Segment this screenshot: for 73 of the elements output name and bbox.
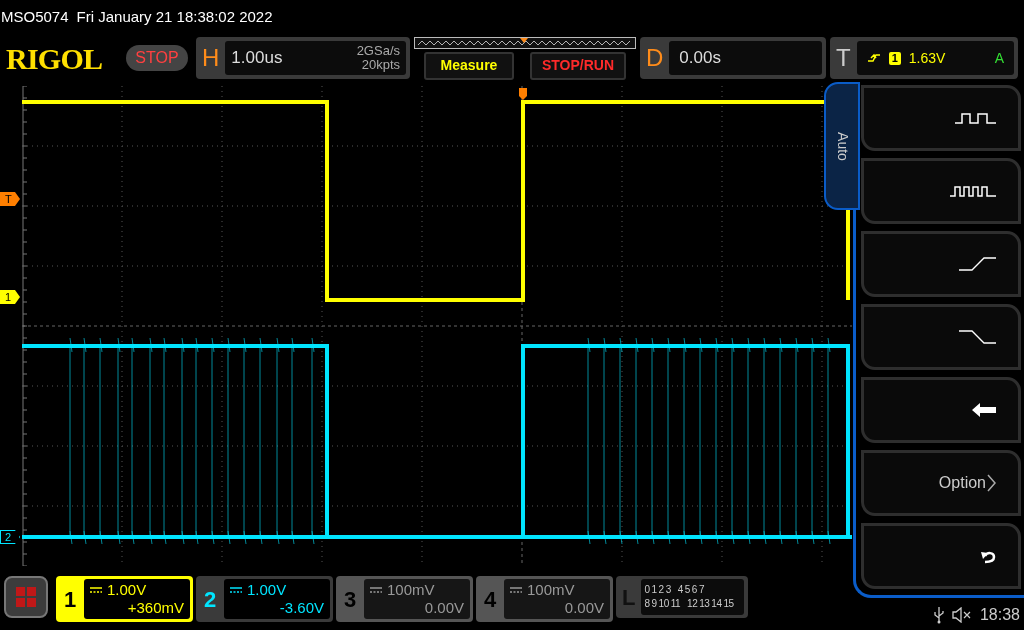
horizontal-label: H [202,43,220,73]
logic-channel-number: 8 [644,597,650,611]
logic-channel-number: 10 [658,597,669,611]
dc-coupling-icon [230,587,242,593]
back-arrow-icon [971,402,996,418]
trigger-level: 1.63V [908,48,946,68]
logic-channel-number: 5 [684,583,690,597]
logic-channel-number: 1 [651,583,657,597]
logic-channel-number: 13 [699,597,710,611]
dc-coupling-icon [370,587,382,593]
logic-channel-number: 15 [723,597,734,611]
channel-panel[interactable]: 2 1.00V -3.60V [196,576,333,622]
channel-number: 3 [342,585,358,614]
channel-scale: 100mV [387,581,435,599]
channel-offset: +360mV [127,599,184,617]
timebase-value: 1.00us [231,47,283,70]
channel-scale: 1.00V [107,581,147,599]
channel-scale: 1.00V [247,581,287,599]
trigger-label: T [836,43,851,73]
usb-icon [933,606,944,624]
logic-channel-number: 6 [691,583,697,597]
square-wave-icon [954,111,996,125]
logo: RIGOL [6,40,104,77]
channel-offset: -3.60V [279,599,324,617]
channel-offset: 0.00V [424,599,464,617]
memory-depth: 20kpts [361,58,400,72]
channel-scale: 100mV [527,581,575,599]
logic-channel-number: 4 [677,583,683,597]
trigger-source: 1 [888,51,901,65]
logic-channel-number: 0 [644,583,650,597]
menu-tab-label: Auto [833,131,852,161]
rising-edge-icon [958,256,996,272]
rising-edge-icon [866,52,881,64]
delay-label: D [646,43,664,73]
trigger-mode: A [994,48,1004,68]
chevron-right-icon [987,474,996,492]
stop-run-button[interactable]: STOP/RUN [530,51,626,80]
trigger-panel[interactable]: T 1 1.63V A [830,37,1018,79]
logic-channel-number: 12 [687,597,698,611]
logic-channel-number: 7 [698,583,704,597]
level-marker: 1 [0,290,20,304]
logic-channel-number: 11 [670,597,681,611]
channel-panel[interactable]: 3 100mV 0.00V [336,576,473,622]
model-name: MSO5074 [1,6,69,27]
pulse-train-icon [949,184,996,198]
dc-coupling-icon [90,587,102,593]
level-marker: T [0,192,20,206]
logic-channel-number: 2 [658,583,664,597]
channel-offset: 0.00V [564,599,604,617]
channel-number: 1 [62,585,78,614]
menu-button[interactable] [4,576,48,618]
logic-channel-number: 3 [665,583,671,597]
sample-rate: 2GSa/s [356,44,400,58]
delay-value: 0.00s [679,47,721,70]
grid-squares-icon [15,586,37,608]
logic-channel-number: 9 [651,597,657,611]
menu-button[interactable]: Option [861,450,1021,516]
horizontal-panel[interactable]: H 1.00us 2GSa/s 20kpts [196,37,410,79]
date-time: Fri January 21 18:38:02 2022 [76,6,273,27]
menu-button[interactable] [861,158,1021,224]
channel-panel[interactable]: 4 100mV 0.00V [476,576,613,622]
delay-panel[interactable]: D 0.00s [640,37,826,79]
muted-speaker-icon [951,607,972,623]
clock-time: 18:38 [979,605,1020,625]
measure-button[interactable]: Measure [424,51,514,80]
level-marker: 2 [0,530,20,544]
falling-edge-icon [958,329,996,345]
dc-coupling-icon [510,587,522,593]
channel-panel[interactable]: 1 1.00V +360mV [56,576,193,622]
logic-channel-number: 14 [711,597,722,611]
channel-number: 4 [482,585,498,614]
menu-tab[interactable]: Auto [824,82,860,210]
channel-number: 2 [202,585,218,614]
